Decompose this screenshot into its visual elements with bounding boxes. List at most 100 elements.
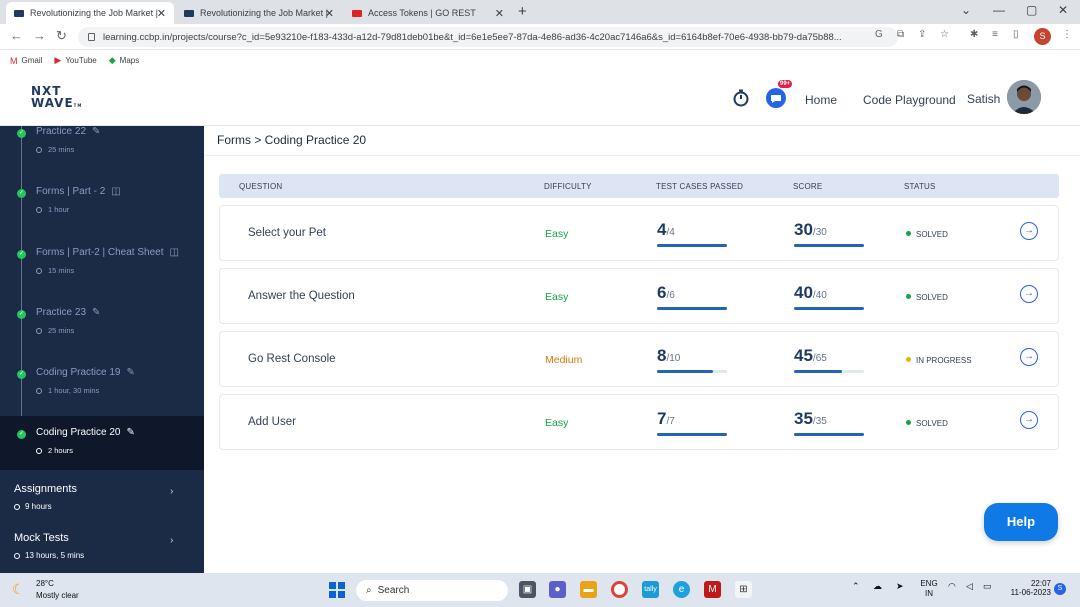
sidebar-item-forms-part-2[interactable]: ✓ Forms | Part - 2 ◫ 1 hour xyxy=(0,186,204,238)
nxtwave-favicon-icon xyxy=(14,9,24,17)
nxtwave-logo[interactable]: NXT WAVETM xyxy=(31,85,82,112)
user-avatar[interactable] xyxy=(1007,80,1041,114)
browser-tab-1[interactable]: Revolutionizing the Job Market | ✕ xyxy=(6,2,174,24)
clock-icon xyxy=(14,553,20,559)
score: 35/35 xyxy=(794,409,864,436)
menu-icon[interactable]: ⋮ xyxy=(1062,29,1072,40)
book-icon: ◫ xyxy=(111,186,121,197)
language-indicator[interactable]: ENG IN xyxy=(918,579,940,599)
back-icon[interactable]: ← xyxy=(10,28,23,43)
teams-chat-icon[interactable]: ● xyxy=(549,581,566,598)
test-cases-passed: 6/6 xyxy=(657,283,727,310)
volume-icon[interactable]: ◁ xyxy=(966,581,973,592)
sidebar-item-practice-23[interactable]: ✓ Practice 23 ✎ 25 mins xyxy=(0,307,204,359)
bookmark-star-icon[interactable]: ☆ xyxy=(940,29,949,40)
sidebar-item-coding-practice-19[interactable]: ✓ Coding Practice 19 ✎ 1 hour, 30 mins xyxy=(0,367,204,419)
taskbar-search-input[interactable]: ⌕ Search xyxy=(356,580,508,601)
status-badge: SOLVED xyxy=(906,293,948,302)
forward-icon[interactable]: → xyxy=(33,28,46,43)
table-row[interactable]: Add User Easy 7/7 35/35 SOLVED → xyxy=(219,394,1059,450)
completed-check-icon: ✓ xyxy=(17,370,26,379)
profile-avatar[interactable]: S xyxy=(1034,28,1051,45)
open-in-app-icon[interactable]: ⧉ xyxy=(897,29,904,40)
user-name[interactable]: Satish xyxy=(967,92,1000,106)
minimize-icon[interactable]: — xyxy=(993,3,1005,17)
mcafee-icon[interactable]: M xyxy=(704,581,721,598)
score-progress-bar xyxy=(794,307,864,310)
system-clock[interactable]: 22:07 11-06-2023 xyxy=(1005,579,1051,597)
edge-icon[interactable]: e xyxy=(673,581,690,598)
close-window-icon[interactable]: ✕ xyxy=(1058,3,1068,17)
media-icon[interactable]: ≡ xyxy=(992,29,998,40)
arrow-right-circle-icon[interactable]: → xyxy=(1020,222,1038,240)
wifi-icon[interactable]: ◠ xyxy=(948,581,956,592)
google-icon[interactable]: G xyxy=(875,29,883,40)
score-progress-bar xyxy=(794,244,864,247)
battery-icon[interactable]: ▭ xyxy=(983,581,992,592)
stopwatch-icon[interactable] xyxy=(732,89,750,107)
column-header-status: STATUS xyxy=(904,182,936,191)
sidebar-section-assignments[interactable]: Assignments 9 hours › xyxy=(0,483,204,531)
sidebar-section-mock-tests[interactable]: Mock Tests 13 hours, 5 mins › xyxy=(0,532,204,573)
close-tab-icon[interactable]: ✕ xyxy=(495,7,504,20)
notification-center-icon[interactable]: S xyxy=(1054,583,1066,595)
microsoft-store-icon[interactable]: ⊞ xyxy=(735,581,752,598)
extensions-icon[interactable]: ✱ xyxy=(970,29,978,40)
gorest-favicon-icon xyxy=(352,9,362,17)
share-icon[interactable]: ⇪ xyxy=(918,29,926,40)
table-row[interactable]: Select your Pet Easy 4/4 30/30 SOLVED → xyxy=(219,205,1059,261)
status-badge: SOLVED xyxy=(906,230,948,239)
task-view-icon[interactable]: ▣ xyxy=(519,581,536,598)
sidebar-item-practice-22[interactable]: ✓ Practice 22 ✎ 25 mins xyxy=(0,126,204,178)
pencil-icon: ✎ xyxy=(126,427,135,438)
arrow-right-circle-icon[interactable]: → xyxy=(1020,285,1038,303)
file-explorer-icon[interactable]: ▬ xyxy=(580,581,597,598)
status-dot xyxy=(906,231,911,236)
pencil-icon: ✎ xyxy=(92,307,101,318)
nav-code-playground-link[interactable]: Code Playground xyxy=(863,93,956,107)
chat-icon[interactable] xyxy=(765,87,787,109)
question-title: Answer the Question xyxy=(248,290,355,302)
completed-check-icon: ✓ xyxy=(17,430,26,439)
column-header-difficulty: DIFFICULTY xyxy=(544,182,592,191)
table-row[interactable]: Go Rest Console Medium 8/10 45/65 IN PRO… xyxy=(219,331,1059,387)
table-row[interactable]: Answer the Question Easy 6/6 40/40 SOLVE… xyxy=(219,268,1059,324)
clock-icon xyxy=(36,207,42,213)
close-tab-icon[interactable]: ✕ xyxy=(325,7,334,20)
bookmark-gmail[interactable]: M Gmail xyxy=(10,56,42,66)
help-button[interactable]: Help xyxy=(984,503,1058,541)
side-panel-icon[interactable]: ▯ xyxy=(1013,29,1019,40)
url-input[interactable]: learning.ccbp.in/projects/course?c_id=5e… xyxy=(78,27,898,47)
address-bar-row: ← → ↻ learning.ccbp.in/projects/course?c… xyxy=(0,24,1080,50)
sidebar-item-forms-cheat-sheet[interactable]: ✓ Forms | Part-2 | Cheat Sheet ◫ 15 mins xyxy=(0,247,204,299)
tab-search-chevron-icon[interactable]: ⌄ xyxy=(961,3,971,17)
browser-tab-3[interactable]: Access Tokens | GO REST ✕ xyxy=(344,2,512,24)
arrow-right-circle-icon[interactable]: → xyxy=(1020,411,1038,429)
bookmark-youtube[interactable]: ▶ YouTube xyxy=(54,55,96,66)
chrome-icon[interactable] xyxy=(611,581,628,598)
browser-tab-bar: Revolutionizing the Job Market | ✕ Revol… xyxy=(0,0,1080,24)
test-cases-passed: 4/4 xyxy=(657,220,727,247)
test-cases-passed: 8/10 xyxy=(657,346,727,373)
windows-start-icon[interactable] xyxy=(329,582,345,598)
difficulty-label: Medium xyxy=(545,354,583,366)
arrow-right-circle-icon[interactable]: → xyxy=(1020,348,1038,366)
difficulty-label: Easy xyxy=(545,228,569,240)
maximize-icon[interactable]: ▢ xyxy=(1026,3,1037,17)
search-icon: ⌕ xyxy=(366,585,372,596)
cloud-icon[interactable]: ☁ xyxy=(873,581,882,592)
nav-home-link[interactable]: Home xyxy=(805,93,837,107)
reload-icon[interactable]: ↻ xyxy=(56,28,67,44)
tally-app-icon[interactable]: tally xyxy=(642,581,659,598)
show-hidden-icons-icon[interactable]: ⌃ xyxy=(852,581,860,592)
score: 40/40 xyxy=(794,283,864,310)
location-icon[interactable]: ➤ xyxy=(896,581,904,592)
new-tab-icon[interactable]: + xyxy=(518,3,527,20)
browser-tab-2[interactable]: Revolutionizing the Job Market | ✕ xyxy=(176,2,342,24)
status-badge: IN PROGRESS xyxy=(906,356,972,365)
column-header-score: SCORE xyxy=(793,182,823,191)
bookmarks-bar: M Gmail ▶ YouTube ◆ Maps xyxy=(0,50,1080,71)
sidebar-item-coding-practice-20[interactable]: ✓ Coding Practice 20 ✎ 2 hours xyxy=(0,416,204,470)
close-tab-icon[interactable]: ✕ xyxy=(157,7,166,20)
bookmark-maps[interactable]: ◆ Maps xyxy=(109,55,139,66)
